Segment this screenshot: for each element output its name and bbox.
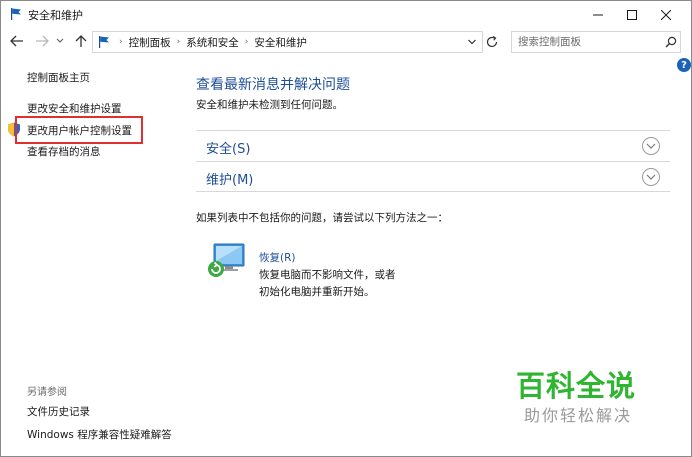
forward-button[interactable] <box>34 33 50 49</box>
back-button[interactable] <box>9 33 25 49</box>
section-maintenance[interactable]: 维护(M) <box>196 161 670 192</box>
sidebar-item-control-panel-home[interactable]: 控制面板主页 <box>27 70 90 85</box>
expand-chevron-icon[interactable] <box>642 168 660 186</box>
watermark-title: 百科全说 <box>516 369 637 403</box>
troubleshoot-tip: 如果列表中不包括你的问题，请尝试以下列方法之一： <box>196 212 448 224</box>
search-box <box>511 31 681 53</box>
control-panel-flag-icon <box>97 35 111 49</box>
breadcrumb-system-security[interactable]: 系统和安全 <box>186 35 239 50</box>
breadcrumb-separator-icon[interactable]: › <box>119 37 123 47</box>
breadcrumb-separator-icon[interactable]: › <box>245 37 249 47</box>
breadcrumb-security-maintenance[interactable]: 安全和维护 <box>254 35 307 50</box>
page-subtitle: 安全和维护未检测到任何问题。 <box>196 99 343 111</box>
page-title: 查看最新消息并解决问题 <box>196 77 350 93</box>
breadcrumb-separator-icon[interactable]: › <box>177 37 181 47</box>
search-input[interactable] <box>512 32 662 52</box>
close-button[interactable] <box>649 1 683 28</box>
address-dropdown-chevron-icon[interactable] <box>467 35 477 49</box>
highlight-box <box>15 116 143 144</box>
recovery-description: 恢复电脑而不影响文件，或者 <box>259 269 396 281</box>
breadcrumb: › 控制面板 › 系统和安全 › 安全和维护 <box>113 32 307 52</box>
sidebar-item-view-archived-messages[interactable]: 查看存档的消息 <box>27 144 101 159</box>
expand-chevron-icon[interactable] <box>642 137 660 155</box>
flag-icon <box>9 7 23 21</box>
search-icon[interactable] <box>665 36 677 48</box>
sidebar-item-compatibility-troubleshooter[interactable]: Windows 程序兼容性疑难解答 <box>27 427 172 442</box>
navigation-bar: › 控制面板 › 系统和安全 › 安全和维护 <box>1 28 691 56</box>
watermark-subtitle: 助你轻松解决 <box>524 406 633 425</box>
maximize-button[interactable] <box>615 1 649 28</box>
up-button[interactable] <box>73 33 89 49</box>
refresh-icon[interactable] <box>484 34 500 50</box>
recovery-description-line2: 初始化电脑并重新开始。 <box>259 286 375 298</box>
recovery-icon <box>204 241 248 281</box>
title-bar: 安全和维护 <box>1 1 691 28</box>
section-security-label: 安全(S) <box>206 142 251 157</box>
breadcrumb-control-panel[interactable]: 控制面板 <box>129 35 171 50</box>
recent-locations-chevron-icon[interactable] <box>55 33 65 49</box>
minimize-button[interactable] <box>581 1 615 28</box>
see-also-heading: 另请参阅 <box>27 387 67 398</box>
sidebar-item-file-history[interactable]: 文件历史记录 <box>27 404 90 419</box>
section-maintenance-label: 维护(M) <box>206 173 254 188</box>
address-bar[interactable]: › 控制面板 › 系统和安全 › 安全和维护 <box>92 31 483 53</box>
window-title: 安全和维护 <box>28 9 83 22</box>
sidebar-item-change-security-settings[interactable]: 更改安全和维护设置 <box>27 101 122 116</box>
help-button[interactable]: ? <box>677 58 691 72</box>
recovery-link[interactable]: 恢复(R) <box>259 250 296 265</box>
control-panel-window: 安全和维护 › 控制面板 › 系统和安全 › 安全和维护 搜索控制面板 ? 控制… <box>0 0 692 457</box>
section-security[interactable]: 安全(S) <box>196 130 670 161</box>
